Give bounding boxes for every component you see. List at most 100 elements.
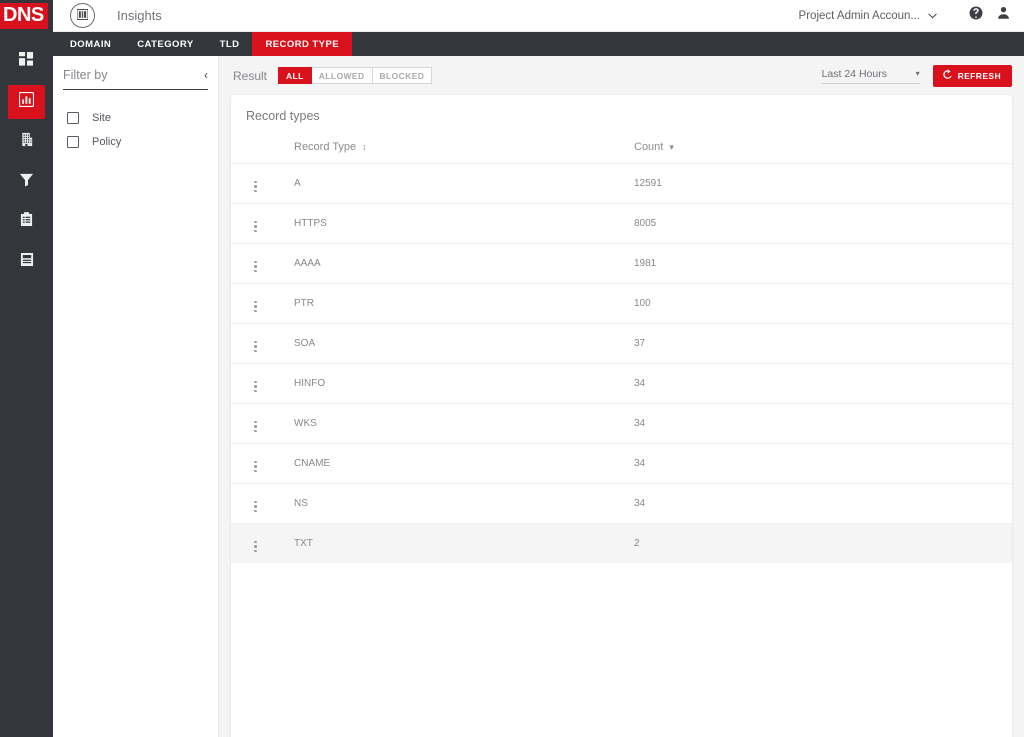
user-button[interactable] [997,6,1010,25]
chevron-down-icon [928,11,937,21]
refresh-button[interactable]: REFRESH [933,65,1012,87]
filter-header: Filter by ‹ [63,68,208,90]
result-filter-allowed[interactable]: ALLOWED [312,67,373,84]
kebab-menu-icon[interactable] [254,181,257,193]
row-actions-cell[interactable] [231,164,279,204]
record-type-cell: NS [279,484,629,524]
rail-item-logs[interactable] [8,245,45,279]
count-header-label: Count [634,141,663,153]
table-row[interactable]: AAAA 1981 [231,244,1012,284]
tab-category[interactable]: CATEGORY [124,32,206,56]
count-column-header[interactable]: Count ▾ [629,135,1012,164]
filter-icon [19,172,34,192]
kebab-menu-icon[interactable] [254,461,257,473]
kebab-menu-icon[interactable] [254,541,257,553]
kebab-menu-icon[interactable] [254,501,257,513]
row-actions-cell[interactable] [231,324,279,364]
kebab-menu-icon[interactable] [254,381,257,393]
rail-item-dashboard[interactable] [8,45,45,79]
filter-by-label: Filter by [63,68,107,82]
dashboard-icon [19,52,34,72]
content-toolbar: Result ALL ALLOWED BLOCKED Last 24 Hours… [219,56,1024,95]
row-actions-cell[interactable] [231,524,279,564]
account-selector[interactable]: Project Admin Accoun... [799,10,937,22]
record-type-cell: WKS [279,404,629,444]
kebab-menu-icon[interactable] [254,221,257,233]
result-filter-all[interactable]: ALL [278,67,312,84]
policy-checkbox[interactable] [67,136,79,148]
record-type-cell: SOA [279,324,629,364]
app-root: DNS [0,0,1024,737]
rail-item-insights[interactable] [8,85,45,119]
row-actions-cell[interactable] [231,404,279,444]
help-icon [969,6,983,25]
site-checkbox[interactable] [67,112,79,124]
rail-item-sites[interactable] [8,125,45,159]
result-filter-group: ALL ALLOWED BLOCKED [278,67,432,84]
row-actions-cell[interactable] [231,444,279,484]
kebab-menu-icon[interactable] [254,261,257,273]
kebab-menu-icon[interactable] [254,301,257,313]
rail-item-policies[interactable] [8,165,45,199]
table-row[interactable]: A 12591 [231,164,1012,204]
collapse-sidebar-icon[interactable]: ‹ [204,69,208,81]
record-type-column-header[interactable]: Record Type ↕ [279,135,629,164]
user-avatar-icon [997,6,1010,25]
kebab-menu-icon[interactable] [254,421,257,433]
page-title: Insights [117,8,162,23]
header-actions: Project Admin Accoun... [799,6,1024,25]
rail-item-list [0,45,53,285]
count-cell: 2 [629,524,1012,564]
table-row[interactable]: WKS 34 [231,404,1012,444]
row-actions-cell[interactable] [231,204,279,244]
tab-record-type[interactable]: RECORD TYPE [252,32,352,56]
filter-option-policy[interactable]: Policy [53,130,218,154]
table-row[interactable]: TXT 2 [231,524,1012,564]
date-range-selector[interactable]: Last 24 Hours ▾ [822,68,920,84]
page-body: Filter by ‹ Site Policy Result ALL ALLOW… [53,56,1024,737]
count-cell: 34 [629,364,1012,404]
account-name: Project Admin Accoun... [799,10,920,22]
tab-domain[interactable]: DOMAIN [57,32,124,56]
logo-text: DNS [0,3,48,29]
table-row[interactable]: PTR 100 [231,284,1012,324]
card-title: Record types [231,95,1012,123]
sort-desc-icon[interactable]: ▾ [669,142,674,152]
main-menu-button[interactable] [70,3,95,28]
rail-item-reports[interactable] [8,205,45,239]
kebab-menu-icon[interactable] [254,341,257,353]
table-row[interactable]: NS 34 [231,484,1012,524]
table-row[interactable]: HINFO 34 [231,364,1012,404]
record-type-cell: AAAA [279,244,629,284]
row-actions-cell[interactable] [231,244,279,284]
table-row[interactable]: SOA 37 [231,324,1012,364]
count-cell: 37 [629,324,1012,364]
row-actions-cell[interactable] [231,364,279,404]
result-filter-blocked[interactable]: BLOCKED [373,67,433,84]
count-cell: 100 [629,284,1012,324]
date-range-value: Last 24 Hours [822,68,887,80]
filter-option-site[interactable]: Site [53,106,218,130]
table-row[interactable]: HTTPS 8005 [231,204,1012,244]
record-type-cell: TXT [279,524,629,564]
table-row[interactable]: CNAME 34 [231,444,1012,484]
sort-both-icon[interactable]: ↕ [362,142,367,152]
record-types-table: Record Type ↕ Count ▾ A 12591 [231,135,1012,563]
count-cell: 34 [629,484,1012,524]
insights-tabs: DOMAIN CATEGORY TLD RECORD TYPE [53,32,1024,56]
left-nav-rail: DNS [0,0,53,737]
filter-option-label: Policy [92,136,121,148]
actions-column-header [231,135,279,164]
row-actions-cell[interactable] [231,284,279,324]
table-header-row: Record Type ↕ Count ▾ [231,135,1012,164]
app-logo[interactable]: DNS [0,0,53,32]
row-actions-cell[interactable] [231,484,279,524]
help-button[interactable] [969,6,983,25]
record-types-card: Record types Record Type ↕ Count ▾ [231,95,1012,737]
record-type-cell: HTTPS [279,204,629,244]
count-cell: 8005 [629,204,1012,244]
tab-tld[interactable]: TLD [207,32,253,56]
record-type-header-label: Record Type [294,141,356,153]
chevron-down-icon: ▾ [916,69,920,78]
toolbar-right-actions: Last 24 Hours ▾ REFRESH [822,65,1024,87]
